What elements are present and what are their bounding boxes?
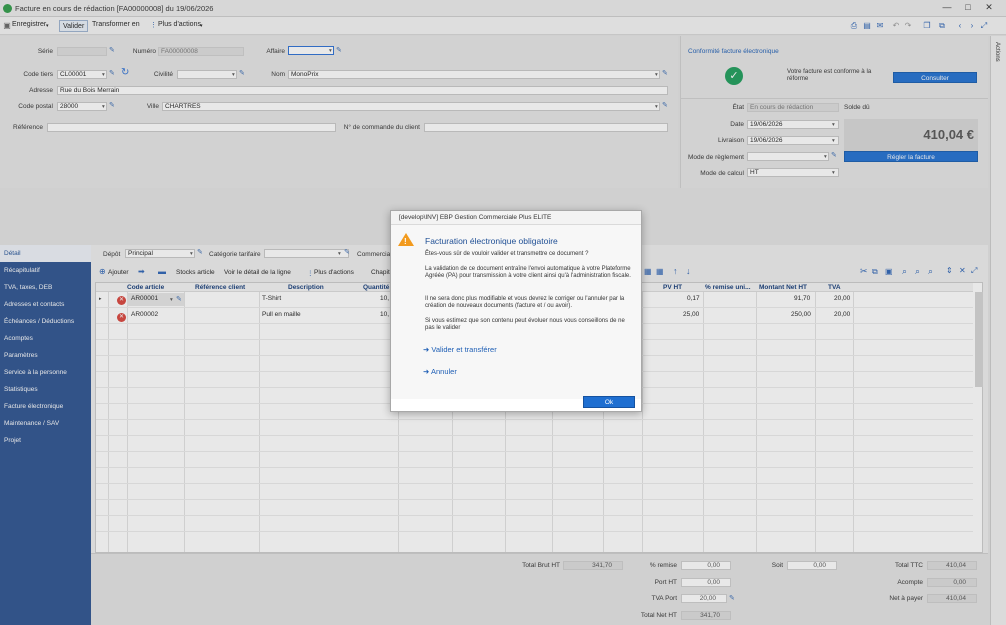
dialog-paragraph-2: Il ne sera donc plus modifiable et vous … (425, 296, 625, 310)
dialog-title: Facturation électronique obligatoire (425, 236, 558, 246)
warning-icon-mark: ! (404, 237, 407, 246)
ok-button[interactable]: Ok (583, 396, 635, 408)
cancel-label: Annuler (430, 367, 457, 376)
arrow-right-icon: ➜ (423, 345, 430, 354)
confirmation-dialog: [develop\INV] EBP Gestion Commerciale Pl… (390, 210, 642, 412)
dialog-paragraph-1: La validation de ce document entraîne l'… (425, 266, 631, 280)
arrow-right-icon: ➜ (423, 367, 430, 376)
dialog-question: Êtes-vous sûr de vouloir valider et tran… (425, 251, 589, 257)
dialog-window-title: [develop\INV] EBP Gestion Commerciale Pl… (391, 211, 641, 225)
validate-transfer-label: Valider et transférer (431, 345, 497, 354)
cancel-link[interactable]: ➜ Annuler (423, 367, 457, 376)
validate-transfer-link[interactable]: ➜ Valider et transférer (423, 345, 497, 354)
dialog-paragraph-3: Si vous estimez que son contenu peut évo… (425, 318, 625, 332)
